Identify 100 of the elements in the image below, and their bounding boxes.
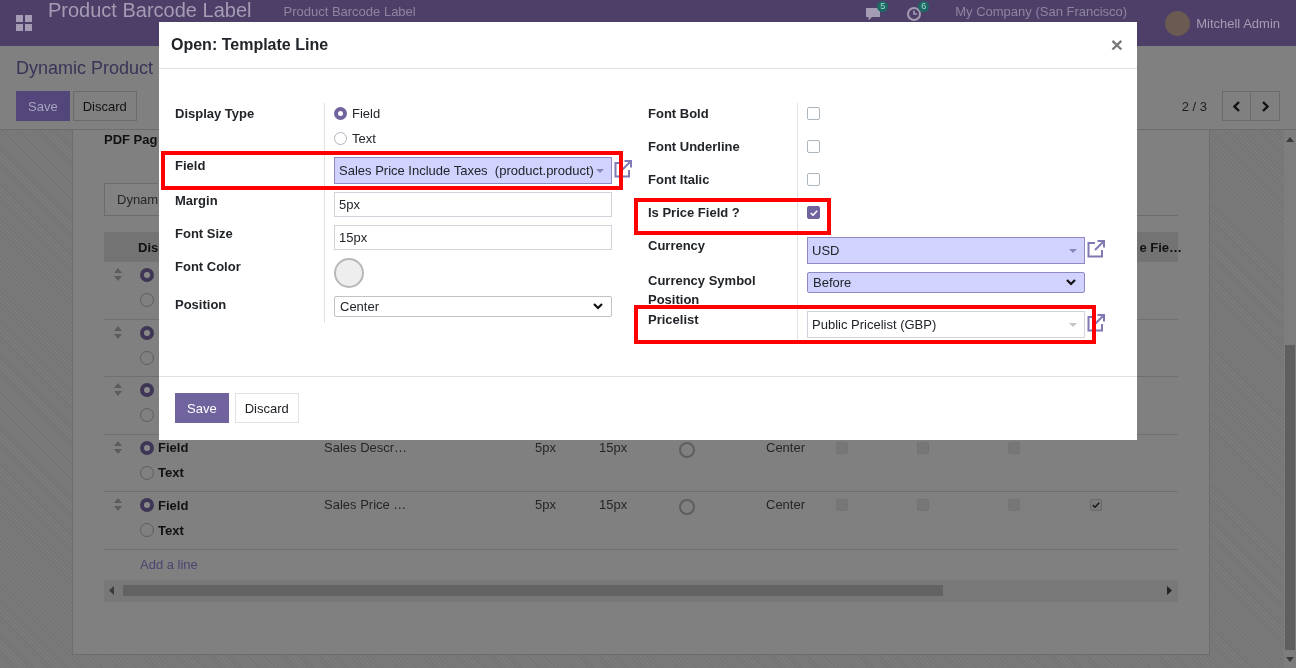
dropdown-field[interactable]: Sales Price Include Taxes (product.product)	[334, 157, 612, 184]
drag-handle-icon[interactable]	[114, 498, 122, 511]
radio-button[interactable]	[140, 440, 154, 455]
next-button[interactable]	[1251, 91, 1280, 121]
field-label: Margin	[175, 193, 218, 208]
breadcrumb-title[interactable]: Dynamic Product	[16, 56, 154, 80]
scroll-right-icon[interactable]	[1167, 586, 1172, 595]
chevron-right-icon	[1261, 100, 1269, 112]
dropdown-field[interactable]: USD	[807, 237, 1085, 264]
discard-button[interactable]: Discard	[234, 393, 299, 423]
table-cell: Sales Descr…	[324, 439, 408, 455]
select-field[interactable]: Before	[807, 272, 1085, 293]
chevron-left-icon	[1233, 100, 1240, 112]
save-button[interactable]: Save	[16, 91, 70, 121]
caret-down-icon[interactable]	[596, 168, 604, 173]
radio-button[interactable]	[140, 408, 154, 422]
drag-handle-icon[interactable]	[114, 268, 122, 281]
caret-down-icon[interactable]	[1069, 248, 1077, 253]
radio-button[interactable]	[140, 350, 154, 365]
field-label: Pricelist	[648, 312, 699, 327]
radio-button[interactable]	[140, 498, 154, 512]
text-field[interactable]: 15px	[334, 225, 612, 250]
column-header[interactable]: Dis	[138, 239, 159, 255]
external-link-icon[interactable]	[614, 160, 632, 178]
field-label: Font Underline	[648, 139, 740, 154]
table-cell: Center	[766, 439, 806, 455]
checkbox[interactable]	[807, 140, 820, 153]
field-label: Position	[175, 297, 227, 312]
table-cell: 15px	[599, 497, 628, 512]
column-header[interactable]: e Fie…	[1139, 239, 1182, 255]
checkbox[interactable]	[1008, 441, 1020, 454]
radio-button[interactable]	[140, 465, 154, 480]
discard-button[interactable]: Discard	[72, 91, 137, 121]
select-field[interactable]: Center	[334, 296, 612, 317]
dropdown-field[interactable]: Public Pricelist (GBP)	[807, 311, 1085, 338]
dialog-title: Open: Template Line	[171, 36, 329, 54]
clock-icon[interactable]	[907, 7, 922, 21]
external-link-icon[interactable]	[1087, 240, 1105, 258]
field-label: Font Size	[175, 226, 233, 241]
chevron-down-icon[interactable]	[593, 303, 603, 310]
scroll-down-icon[interactable]	[1286, 657, 1294, 662]
field-label: Display Type	[175, 106, 255, 121]
notification-badge: 6	[918, 1, 930, 12]
field-label: Font Color	[175, 259, 241, 274]
radio-button[interactable]	[140, 523, 154, 537]
checkbox[interactable]	[917, 441, 929, 454]
previous-button[interactable]	[1222, 91, 1251, 121]
table-cell: 5px	[535, 439, 556, 455]
radio-button[interactable]	[140, 383, 154, 397]
radio-button[interactable]	[140, 293, 154, 307]
table-cell: 15px	[599, 439, 628, 455]
checkbox[interactable]	[1090, 499, 1102, 511]
radio-button[interactable]	[334, 106, 347, 120]
chevron-down-icon[interactable]	[1066, 279, 1076, 286]
option-label: Text	[352, 130, 376, 146]
scroll-up-icon[interactable]	[1286, 137, 1294, 142]
user-menu[interactable]: Mitchell Admin	[1196, 15, 1280, 31]
close-button[interactable]: ×	[1108, 35, 1125, 55]
checkbox[interactable]	[807, 206, 820, 219]
field-label: Is Price Field ?	[648, 205, 740, 220]
option-label: Text	[158, 522, 184, 538]
caret-down-icon[interactable]	[1069, 322, 1077, 327]
scroll-left-icon[interactable]	[109, 586, 114, 595]
menu-item[interactable]: Product Barcode Label	[283, 4, 416, 19]
scrollbar-thumb[interactable]	[1285, 345, 1295, 650]
checkbox[interactable]	[836, 441, 848, 454]
text-field[interactable]: 5px	[334, 192, 612, 217]
pager-counter: 2 / 3	[1181, 98, 1207, 114]
drag-handle-icon[interactable]	[114, 383, 122, 396]
checkbox[interactable]	[807, 107, 820, 120]
horizontal-scrollbar[interactable]	[104, 579, 1178, 602]
save-button[interactable]: Save	[175, 393, 229, 423]
color-swatch-icon	[679, 499, 695, 515]
notebook-tab[interactable]: Dynam	[104, 183, 159, 215]
radio-button[interactable]	[140, 325, 154, 340]
drag-handle-icon[interactable]	[114, 440, 122, 454]
color-swatch-icon[interactable]	[334, 258, 364, 288]
avatar-placeholder	[1165, 10, 1191, 36]
field-label: Field	[175, 158, 206, 173]
field-label: PDF Pag	[104, 131, 158, 148]
field-label: Font Italic	[648, 172, 710, 187]
app-grid-icon[interactable]	[16, 15, 32, 31]
table-cell: Center	[766, 497, 806, 512]
option-label: Field	[352, 105, 381, 121]
field-label: Font Bold	[648, 106, 709, 121]
radio-button[interactable]	[140, 268, 154, 282]
option-label: Field	[158, 497, 189, 513]
drag-handle-icon[interactable]	[114, 325, 122, 339]
external-link-icon[interactable]	[1087, 314, 1105, 332]
company-switcher[interactable]: My Company (San Francisco)	[955, 4, 1128, 19]
chat-bubble-icon[interactable]	[866, 7, 881, 21]
radio-button[interactable]	[334, 131, 347, 145]
field-label: Currency	[648, 238, 706, 253]
option-label: Text	[158, 465, 184, 480]
notification-badge: 5	[877, 1, 889, 12]
table-cell: 5px	[535, 497, 556, 512]
table-cell: Sales Price …	[324, 497, 407, 512]
field-label: Currency Symbol Position	[648, 273, 756, 307]
checkbox[interactable]	[807, 173, 820, 186]
checkmark-icon	[809, 209, 818, 216]
